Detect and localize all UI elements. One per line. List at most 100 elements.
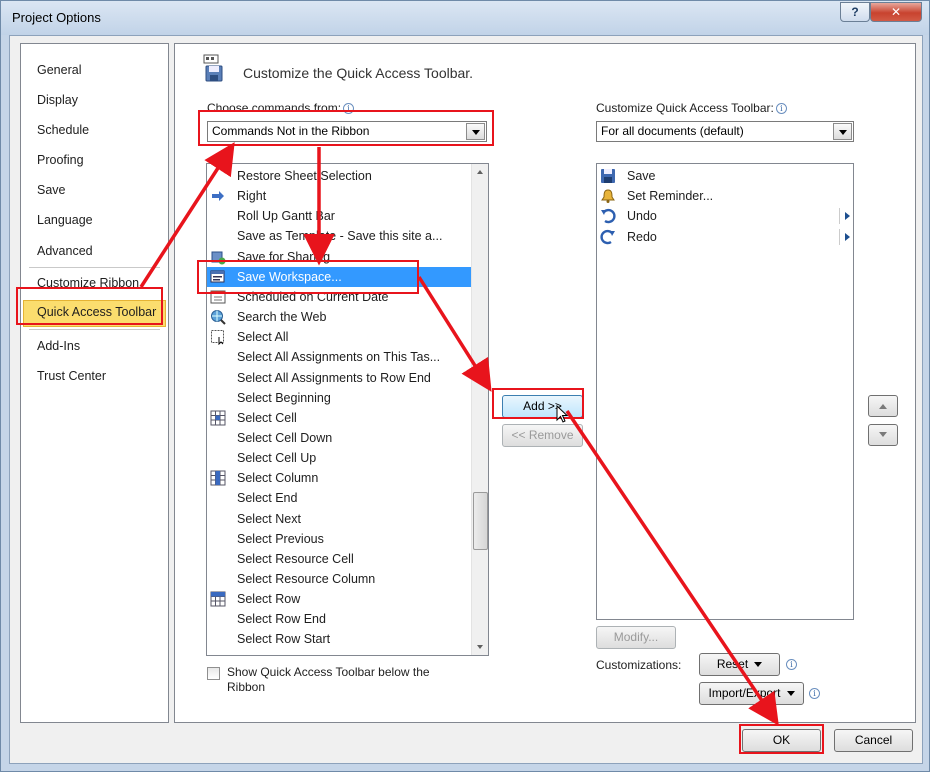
command-list-item[interactable]: Select Cell (207, 408, 471, 428)
window-title: Project Options (12, 10, 101, 25)
command-label: Save for Sharing (237, 249, 331, 264)
select-all-icon (210, 329, 226, 346)
command-label: Select Cell Up (237, 451, 317, 466)
scroll-down-arrow-icon[interactable] (472, 638, 488, 655)
command-list-item[interactable]: Select Row End (207, 609, 471, 629)
modify-button[interactable]: Modify... (596, 626, 676, 649)
command-list-item[interactable]: Select All Assignments to Row End (207, 368, 471, 388)
command-list-item[interactable]: Select All Assignments on This Tas... (207, 347, 471, 367)
share-icon (210, 249, 226, 265)
command-label: Select Resource Cell (237, 551, 354, 566)
import-export-label: Import/Export (708, 686, 781, 700)
nav-item-quick-access-toolbar[interactable]: Quick Access Toolbar (23, 300, 166, 327)
submenu-arrow-icon[interactable] (845, 232, 850, 241)
remove-button[interactable]: << Remove (502, 424, 583, 447)
command-list-item[interactable]: Save for Sharing (207, 247, 471, 267)
toolbar-item-save[interactable]: Save (597, 166, 853, 186)
nav-item-display[interactable]: Display (27, 88, 162, 112)
content-panel: Customize the Quick Access Toolbar. Choo… (174, 43, 916, 723)
command-label: Right (237, 189, 267, 204)
redo-icon (600, 229, 616, 245)
nav-item-add-ins[interactable]: Add-Ins (27, 334, 162, 358)
command-list-item[interactable]: Search the Web (207, 307, 471, 327)
command-list-item[interactable]: Select Cell Up (207, 448, 471, 468)
command-label: Select Column (237, 471, 319, 486)
toolbar-item-label: Redo (627, 229, 657, 244)
add-button[interactable]: Add >> (502, 395, 583, 418)
choose-commands-label-text: Choose commands from: (207, 101, 342, 115)
chevron-down-icon[interactable] (833, 123, 852, 140)
commands-list[interactable]: Restore Sheet Selection Right Roll Up Gant… (206, 163, 489, 656)
close-button[interactable]: ✕ (870, 2, 922, 22)
show-below-ribbon-checkbox[interactable] (207, 667, 220, 680)
command-label: Select Row Start (237, 632, 331, 647)
toolbar-item-redo[interactable]: Redo (597, 227, 853, 247)
command-list-item[interactable]: Select End (207, 488, 471, 508)
nav-item-save[interactable]: Save (27, 178, 162, 202)
info-icon: i (786, 659, 797, 670)
nav-item-customize-ribbon[interactable]: Customize Ribbon (27, 271, 162, 295)
floppy-disk-icon (600, 168, 616, 184)
command-label: Select Cell Down (237, 430, 333, 445)
undo-icon (600, 208, 616, 224)
import-export-button[interactable]: Import/Export (699, 682, 804, 705)
submenu-divider (839, 208, 840, 225)
command-list-item[interactable]: Select Beginning (207, 388, 471, 408)
toolbar-item-set-reminder[interactable]: Set Reminder... (597, 186, 853, 206)
nav-item-proofing[interactable]: Proofing (27, 148, 162, 172)
info-icon: i (809, 688, 820, 699)
reset-button[interactable]: Reset (699, 653, 780, 676)
command-list-item[interactable]: Select Cell Down (207, 428, 471, 448)
nav-item-trust-center[interactable]: Trust Center (27, 364, 162, 388)
command-list-item[interactable]: Roll Up Gantt Bar (207, 206, 471, 226)
scroll-up-arrow-icon[interactable] (472, 164, 488, 181)
customize-toolbar-label-text: Customize Quick Access Toolbar: (596, 101, 774, 115)
cancel-button[interactable]: Cancel (834, 729, 913, 752)
command-list-item[interactable]: Select Previous (207, 529, 471, 549)
chevron-down-icon[interactable] (466, 123, 485, 140)
command-list-item[interactable]: Save as Template - Save this site a... (207, 226, 471, 246)
choose-commands-dropdown[interactable]: Commands Not in the Ribbon (207, 121, 487, 142)
command-list-item[interactable]: Select Row Start (207, 629, 471, 649)
customizations-label: Customizations: (596, 658, 682, 672)
show-below-ribbon-label[interactable]: Show Quick Access Toolbar below the Ribb… (227, 665, 457, 695)
command-label: Scheduled on Current Date (237, 289, 389, 304)
nav-item-advanced[interactable]: Advanced (27, 239, 162, 263)
submenu-divider (839, 228, 840, 245)
command-list-item[interactable]: Select All (207, 327, 471, 347)
customize-toolbar-dropdown[interactable]: For all documents (default) (596, 121, 854, 142)
commands-scrollbar[interactable] (471, 164, 488, 655)
command-list-item[interactable]: Right (207, 186, 471, 206)
nav-item-schedule[interactable]: Schedule (27, 118, 162, 142)
command-list-item[interactable]: Save Workspace... (207, 266, 471, 287)
command-label: Select Row (237, 592, 301, 607)
command-list-item[interactable]: Select Column (207, 468, 471, 488)
command-label: Save as Template - Save this site a... (237, 229, 443, 244)
command-list-item[interactable]: Select Resource Cell (207, 549, 471, 569)
help-button[interactable]: ? (840, 2, 870, 22)
mouse-cursor-icon (556, 405, 568, 423)
scroll-thumb[interactable] (473, 492, 488, 550)
command-list-item[interactable]: Select Next (207, 509, 471, 529)
section-header: Customize the Quick Access Toolbar. (243, 65, 474, 81)
nav-item-language[interactable]: Language (27, 208, 162, 232)
toolbar-items-list[interactable]: Save Set Reminder... Undo Redo (596, 163, 854, 620)
command-list-item[interactable]: Select Resource Column (207, 569, 471, 589)
grid-icon (210, 410, 226, 426)
toolbar-item-undo[interactable]: Undo (597, 206, 853, 226)
command-label: Select All Assignments to Row End (237, 370, 431, 385)
command-list-item[interactable]: Select Row (207, 589, 471, 609)
info-icon: i (775, 103, 787, 114)
move-down-button[interactable] (868, 424, 898, 446)
calendar-icon (210, 289, 226, 305)
choose-commands-value: Commands Not in the Ribbon (212, 124, 370, 138)
triangle-down-icon (879, 432, 887, 437)
command-list-item[interactable]: Scheduled on Current Date (207, 287, 471, 307)
submenu-arrow-icon[interactable] (845, 212, 850, 221)
customize-toolbar-value: For all documents (default) (601, 124, 744, 138)
nav-item-general[interactable]: General (27, 58, 162, 82)
command-list-item[interactable]: Restore Sheet Selection (207, 166, 471, 186)
move-up-button[interactable] (868, 395, 898, 417)
ok-button[interactable]: OK (742, 729, 821, 752)
command-label: Restore Sheet Selection (237, 169, 372, 183)
